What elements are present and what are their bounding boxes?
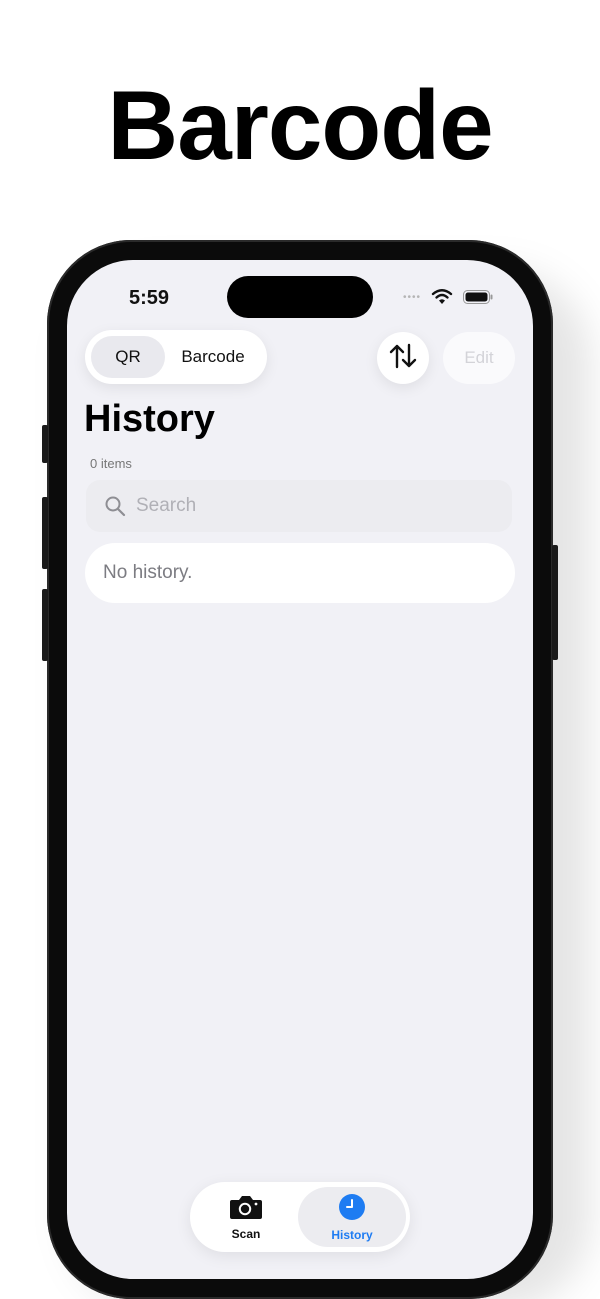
tab-scan-label: Scan [231,1226,261,1241]
item-count: 0 items [90,456,132,471]
mode-segmented-control: QR Barcode [85,330,267,384]
tab-scan[interactable]: Scan [194,1187,298,1247]
power-button [552,545,558,660]
clock-icon [338,1193,366,1224]
page-title: History [84,398,215,440]
promo-title: Barcode [107,70,493,180]
camera-icon [229,1194,263,1223]
dynamic-island [227,276,373,318]
edit-button[interactable]: Edit [443,332,515,384]
status-icons: •••• [403,289,493,305]
sort-arrows-icon [388,342,418,375]
empty-history-text: No history. [103,562,193,583]
signal-icon: •••• [402,291,421,303]
sort-button[interactable] [377,332,429,384]
search-field[interactable]: Search [86,480,512,532]
volume-down-button [42,589,48,661]
empty-history-card: No history. [85,543,515,603]
wifi-icon [431,289,453,305]
volume-up-button [42,497,48,569]
search-placeholder: Search [136,495,197,516]
segment-barcode[interactable]: Barcode [165,336,261,378]
battery-icon [463,290,493,304]
tab-history[interactable]: History [298,1187,406,1247]
tab-bar: Scan History [190,1182,410,1252]
app-screen: 5:59 •••• QR Barcode Edit History 0 item… [67,260,533,1279]
segment-qr[interactable]: QR [91,336,165,378]
promo-stage: Barcode 5:59 •••• QR Barcode Edit Histor… [0,0,600,1299]
action-button [42,425,48,463]
search-icon [104,495,126,517]
tab-history-label: History [331,1227,373,1242]
status-time: 5:59 [129,287,170,309]
